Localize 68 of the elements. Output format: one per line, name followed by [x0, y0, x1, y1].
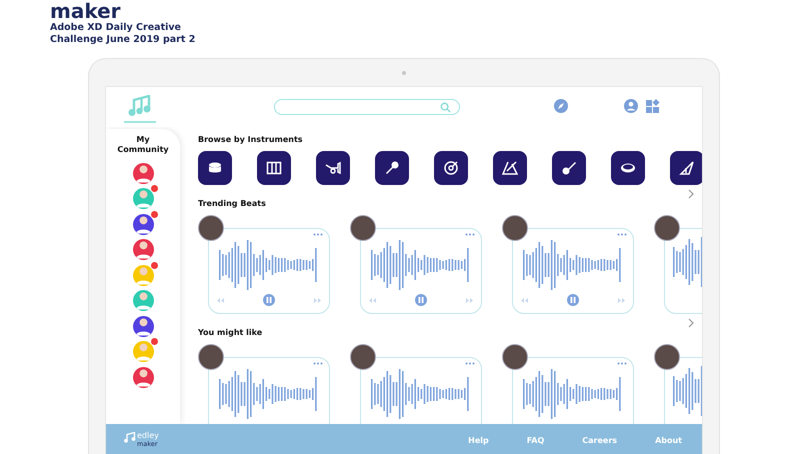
- member-avatar[interactable]: [132, 316, 154, 336]
- member-avatar[interactable]: [132, 239, 154, 260]
- photo-placeholder: [198, 344, 224, 370]
- section-title: Trending Beats: [198, 199, 267, 209]
- page-subtitle: Adobe XD Daily Creative Challenge June 2019 part 2: [50, 22, 196, 46]
- instrument-tile[interactable]: [375, 151, 409, 185]
- more-icon[interactable]: [313, 362, 323, 365]
- member-avatar[interactable]: [132, 366, 154, 388]
- user-icon: [624, 99, 638, 113]
- photo-placeholder: [502, 344, 528, 370]
- instrument-tile[interactable]: [493, 151, 527, 185]
- fast-forward-icon[interactable]: [618, 298, 625, 302]
- fast-forward-icon[interactable]: [314, 298, 321, 302]
- rewind-icon[interactable]: [369, 298, 376, 302]
- instrument-tile[interactable]: [670, 151, 702, 185]
- instrument-tile[interactable]: [257, 151, 291, 185]
- pause-icon: [266, 297, 272, 303]
- notification-dot: [150, 210, 158, 218]
- chevron-right-icon[interactable]: [688, 189, 694, 199]
- notification-dot: [150, 262, 158, 268]
- more-icon[interactable]: [313, 233, 323, 236]
- more-icon[interactable]: [617, 233, 627, 236]
- notification-dot: [150, 338, 158, 345]
- footer-link[interactable]: FAQ: [526, 436, 544, 444]
- widgets-icon: [646, 99, 660, 113]
- notification-dot: [150, 185, 158, 192]
- pause-icon: [570, 297, 576, 303]
- instrument-tile[interactable]: [611, 151, 645, 185]
- piano-icon: [266, 160, 282, 176]
- footer-link[interactable]: About: [655, 436, 682, 444]
- photo-placeholder: [654, 344, 680, 370]
- pause-icon: [418, 297, 424, 303]
- instrument-tile[interactable]: [552, 151, 586, 185]
- page-title: maker: [50, 0, 121, 22]
- chevron-right-icon[interactable]: [688, 318, 694, 328]
- microphone-icon: [384, 160, 400, 176]
- instrument-tile[interactable]: [198, 151, 232, 185]
- footer-link[interactable]: Careers: [582, 436, 618, 444]
- photo-placeholder: [198, 215, 224, 241]
- photo-placeholder: [502, 215, 528, 241]
- music-notes-icon: [124, 432, 136, 443]
- music-notes-icon: [128, 95, 152, 117]
- logo-word: edley: [137, 432, 159, 440]
- instrument-tile[interactable]: [434, 151, 468, 185]
- metronome-icon: [502, 160, 518, 176]
- search-icon: [440, 102, 451, 112]
- pause-button[interactable]: [263, 294, 275, 306]
- more-icon[interactable]: [617, 362, 627, 365]
- section-title: Browse by Instruments: [198, 135, 304, 145]
- pause-button[interactable]: [415, 294, 427, 306]
- member-avatar[interactable]: [132, 162, 154, 184]
- section-title: You might like: [198, 328, 264, 338]
- search-field[interactable]: [274, 99, 460, 115]
- photo-placeholder: [654, 215, 680, 241]
- compass-icon: [554, 99, 568, 113]
- camera-dot: [402, 71, 406, 75]
- fast-forward-icon[interactable]: [466, 298, 473, 302]
- rewind-icon[interactable]: [217, 298, 224, 302]
- instrument-tile[interactable]: [316, 151, 350, 185]
- pause-button[interactable]: [567, 294, 579, 306]
- rewind-icon[interactable]: [521, 298, 528, 302]
- more-icon[interactable]: [465, 362, 475, 365]
- community-title: My Community: [116, 135, 170, 155]
- beat-card[interactable]: [664, 228, 702, 314]
- photo-placeholder: [350, 344, 376, 370]
- footer-link[interactable]: Help: [468, 436, 489, 444]
- more-icon[interactable]: [465, 233, 475, 236]
- photo-placeholder: [350, 215, 376, 241]
